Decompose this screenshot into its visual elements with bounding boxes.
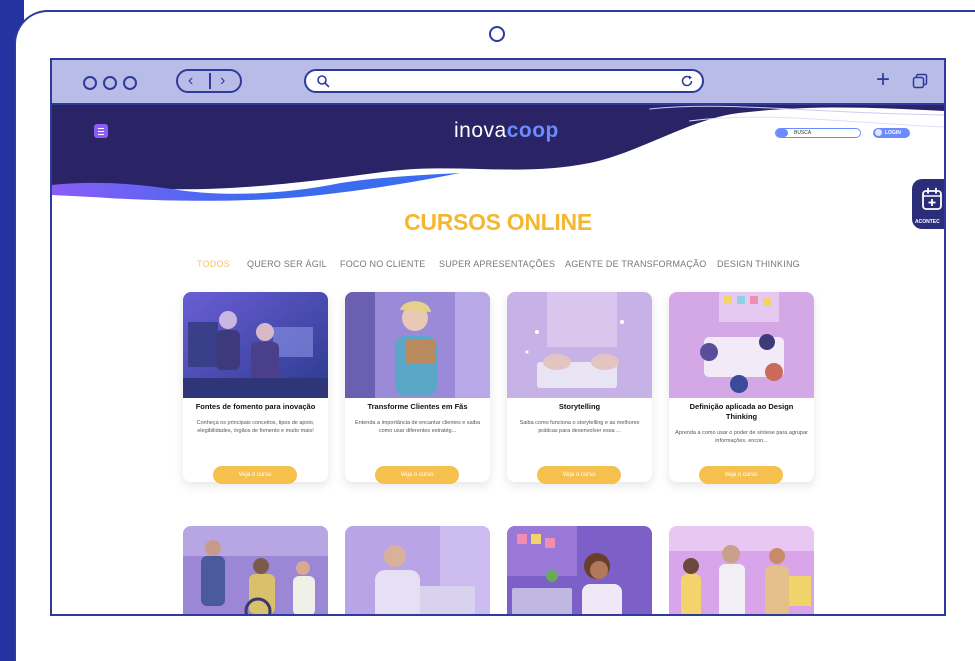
course-card[interactable] bbox=[669, 526, 814, 614]
course-card[interactable]: Transforme Clientes em Fãs Entenda a imp… bbox=[345, 292, 490, 484]
calendar-plus-icon bbox=[922, 187, 942, 210]
login-button[interactable]: LOGIN bbox=[873, 128, 910, 138]
category-tab-super-apresentacoes[interactable]: SUPER APRESENTAÇÕES bbox=[439, 259, 555, 269]
category-tab-quero-ser-agil[interactable]: QUERO SER ÁGIL bbox=[247, 259, 327, 269]
reload-icon[interactable] bbox=[680, 74, 694, 88]
window-control-dot[interactable] bbox=[123, 76, 137, 90]
category-tab-todos[interactable]: TODOS bbox=[197, 259, 230, 269]
website: inovacoop BUSCA LOGIN ACONTEC CURSOS ONL… bbox=[52, 105, 944, 614]
forward-arrow-icon[interactable]: › bbox=[220, 72, 225, 90]
browser-window: ‹ › + inovacoop BUSCA LOGIN ACONTEC CURS… bbox=[50, 58, 946, 616]
search-input[interactable]: BUSCA bbox=[775, 128, 861, 138]
back-arrow-icon[interactable]: ‹ bbox=[188, 72, 193, 90]
camera-dot bbox=[489, 26, 505, 42]
logo-text-coop: coop bbox=[506, 119, 559, 142]
course-description: Saiba como funciona o storytelling e as … bbox=[519, 420, 640, 434]
nav-divider bbox=[209, 73, 211, 89]
tabs-icon[interactable] bbox=[912, 73, 928, 89]
browser-toolbar: ‹ › + bbox=[52, 60, 944, 105]
category-tab-foco-no-cliente[interactable]: FOCO NO CLIENTE bbox=[340, 259, 426, 269]
course-card[interactable]: Fontes de fomento para inovação Conheça … bbox=[183, 292, 328, 484]
course-title: Transforme Clientes em Fãs bbox=[367, 402, 468, 411]
login-label: LOGIN bbox=[885, 130, 901, 136]
view-course-button[interactable]: Veja o curso bbox=[537, 466, 621, 484]
view-course-button[interactable]: Veja o curso bbox=[375, 466, 459, 484]
view-course-button[interactable]: Veja o curso bbox=[699, 466, 783, 484]
course-card[interactable] bbox=[345, 526, 490, 614]
category-tab-design-thinking[interactable]: DESIGN THINKING bbox=[717, 259, 800, 269]
course-title: Definição aplicada ao Design Thinking bbox=[689, 402, 794, 421]
window-control-dot[interactable] bbox=[103, 76, 117, 90]
address-bar[interactable] bbox=[304, 69, 704, 93]
search-icon bbox=[317, 75, 330, 88]
course-description: Conheça os principais conceitos, tipos d… bbox=[196, 420, 315, 434]
course-card[interactable] bbox=[183, 526, 328, 614]
site-logo[interactable]: inovacoop bbox=[454, 119, 559, 143]
new-tab-icon[interactable]: + bbox=[876, 68, 890, 92]
course-image bbox=[669, 292, 814, 398]
course-image bbox=[183, 292, 328, 398]
course-image bbox=[669, 526, 814, 614]
view-course-button[interactable]: Veja o curso bbox=[213, 466, 297, 484]
course-title: Storytelling bbox=[558, 402, 601, 411]
window-control-dot[interactable] bbox=[83, 76, 97, 90]
page-title: CURSOS ONLINE bbox=[404, 209, 592, 235]
nav-buttons: ‹ › bbox=[176, 69, 242, 93]
course-image bbox=[345, 526, 490, 614]
category-filter-bar: TODOS QUERO SER ÁGIL FOCO NO CLIENTE SUP… bbox=[52, 259, 944, 275]
course-image bbox=[183, 526, 328, 614]
course-image bbox=[507, 292, 652, 398]
user-icon bbox=[875, 129, 882, 136]
course-image bbox=[345, 292, 490, 398]
category-tab-agente-de-transformacao[interactable]: AGENTE DE TRANSFORMAÇÃO bbox=[565, 259, 706, 269]
search-icon bbox=[776, 129, 788, 137]
search-placeholder: BUSCA bbox=[794, 130, 812, 136]
course-card[interactable]: Storytelling Saiba como funciona o story… bbox=[507, 292, 652, 484]
course-description: Entenda a importância de encantar client… bbox=[354, 420, 481, 434]
course-card[interactable]: Definição aplicada ao Design Thinking Ap… bbox=[669, 292, 814, 484]
menu-button[interactable] bbox=[94, 124, 108, 138]
course-title: Fontes de fomento para inovação bbox=[195, 402, 316, 411]
course-image bbox=[507, 526, 652, 614]
course-description: Aprenda a como usar o poder de síntese p… bbox=[675, 430, 808, 444]
logo-text-inova: inova bbox=[454, 119, 507, 142]
course-card[interactable] bbox=[507, 526, 652, 614]
